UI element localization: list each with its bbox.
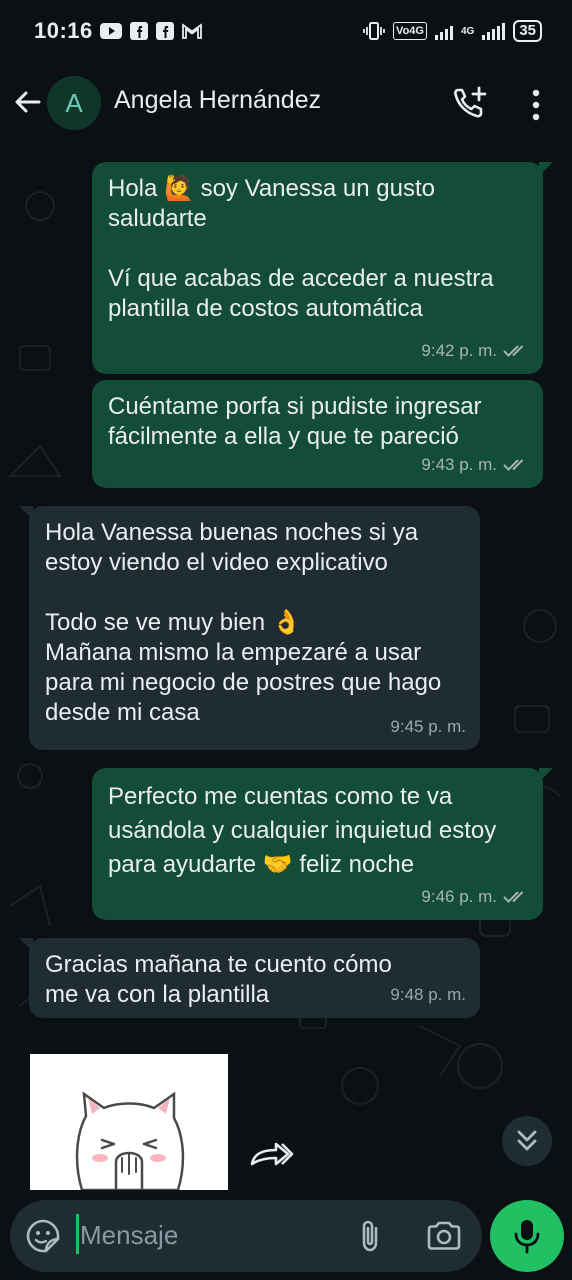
facebook-notification-icon [156, 22, 174, 40]
message-time: 9:48 p. m. [390, 985, 466, 1004]
notification-icons [100, 22, 202, 40]
message-text: Ví que acabas de acceder a nuestra plant… [108, 265, 501, 322]
chat-header: A Angela Hernández [0, 64, 572, 146]
message-bubble-incoming[interactable]: Hola Vanessa buenas noches si ya estoy v… [19, 506, 480, 750]
cat-sticker [75, 1091, 185, 1190]
message-text: Cuéntame porfa si pudiste ingresar fácil… [108, 393, 489, 450]
avatar[interactable]: A [47, 76, 101, 130]
more-options-icon[interactable] [526, 88, 546, 122]
message-meta: 9:43 p. m. [421, 450, 529, 480]
system-status-icons: Vo4G 4G 35 [363, 20, 542, 42]
message-time: 9:42 p. m. [421, 341, 497, 360]
sticker-image[interactable] [30, 1054, 228, 1190]
microphone-icon [514, 1220, 540, 1254]
scroll-down-icon [517, 1130, 537, 1151]
gmail-notification-icon [182, 23, 202, 39]
attach-clip-icon[interactable] [356, 1218, 384, 1254]
message-meta: 9:42 p. m. [421, 336, 529, 366]
status-time: 10:16 [34, 18, 93, 43]
message-bubble-outgoing[interactable]: Hola 🙋 soy Vanessa un gusto saludarte Ví… [92, 162, 553, 374]
message-text: Perfecto me cuentas como te va usándola … [108, 783, 503, 878]
message-meta: 9:45 p. m. [390, 712, 466, 742]
message-bubble-outgoing[interactable]: Cuéntame porfa si pudiste ingresar fácil… [92, 380, 543, 488]
bubble-tail [539, 768, 553, 782]
signal-bars-icon [434, 22, 453, 40]
message-text: Todo se ve muy bien 👌 Mañana mismo la em… [45, 609, 442, 726]
battery-level: 35 [513, 20, 542, 42]
bubble-tail [19, 938, 33, 952]
bubble-tail [539, 162, 553, 176]
scroll-down-button[interactable] [502, 1116, 552, 1166]
composer-bar: Mensaje [0, 1200, 572, 1280]
message-time: 9:43 p. m. [421, 455, 497, 474]
message-time: 9:45 p. m. [390, 717, 466, 736]
volte-badge: Vo4G [393, 22, 427, 40]
youtube-notification-icon [100, 23, 122, 39]
bubble-tail [19, 506, 33, 520]
facebook-notification-icon [130, 22, 148, 40]
message-meta: 9:48 p. m. [390, 980, 466, 1010]
message-meta: 9:46 p. m. [421, 882, 529, 912]
message-bubble-outgoing[interactable]: Perfecto me cuentas como te va usándola … [92, 768, 553, 920]
vibrate-icon [363, 22, 385, 40]
voice-message-button[interactable] [490, 1200, 564, 1272]
message-input[interactable]: Mensaje [80, 1220, 178, 1251]
double-check-icon [503, 345, 524, 357]
sticker-emoji-icon[interactable] [26, 1219, 60, 1253]
message-text: Hola 🙋 soy Vanessa un gusto saludarte [108, 175, 442, 232]
message-bubble-incoming[interactable]: Gracias mañana te cuento cómo me va con … [19, 938, 480, 1018]
add-call-icon[interactable] [452, 86, 488, 120]
network-type: 4G [460, 25, 475, 37]
message-input-container[interactable]: Mensaje [10, 1200, 482, 1272]
camera-icon[interactable] [426, 1220, 462, 1252]
message-text: Hola Vanessa buenas noches si ya estoy v… [45, 519, 425, 576]
back-arrow-icon[interactable] [12, 86, 44, 118]
text-caret [76, 1214, 79, 1254]
signal-bars-icon-2 [482, 22, 506, 40]
double-check-icon [503, 459, 524, 471]
status-bar: 10:16 Vo4G 4G 35 [0, 0, 572, 64]
forward-icon[interactable] [246, 1136, 294, 1176]
chat-area[interactable]: Hola 🙋 soy Vanessa un gusto saludarte Ví… [0, 146, 572, 1200]
contact-name[interactable]: Angela Hernández [114, 86, 321, 115]
message-time: 9:46 p. m. [421, 887, 497, 906]
double-check-icon [503, 891, 524, 903]
message-text: Gracias mañana te cuento cómo me va con … [45, 951, 399, 1008]
